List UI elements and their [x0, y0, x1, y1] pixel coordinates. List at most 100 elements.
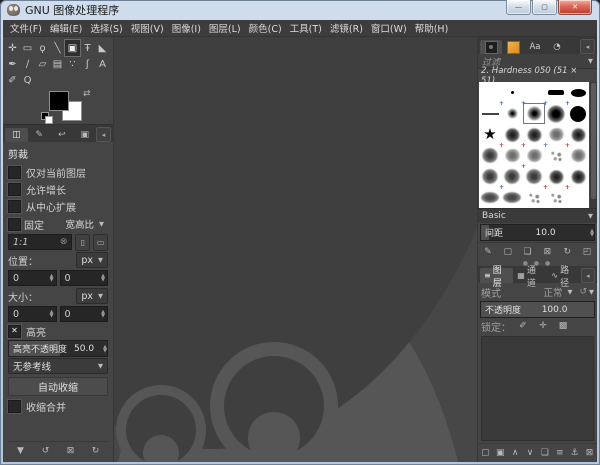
pencil-tool[interactable]: ∕ — [20, 56, 35, 72]
menu-windows[interactable]: 窗口(W) — [367, 20, 411, 36]
fixed-checkbox[interactable] — [8, 217, 21, 231]
paths-tool[interactable]: ʃ — [80, 56, 95, 72]
new-layer-button[interactable]: ▢ — [478, 446, 493, 461]
option-current-layer-only[interactable]: 仅对当前图层 — [8, 164, 108, 181]
fonts-tab[interactable]: Aa — [524, 40, 546, 54]
brush-thumb[interactable] — [502, 125, 522, 144]
new-layer-group-button[interactable]: ▣ — [493, 446, 508, 461]
duplicate-brush-button[interactable]: ❏ — [520, 244, 536, 259]
brush-thumb[interactable] — [524, 146, 544, 165]
menu-filters[interactable]: 滤镜(R) — [326, 20, 367, 36]
brush-thumb[interactable] — [568, 104, 588, 123]
brush-thumb[interactable] — [480, 167, 500, 186]
fixed-mode-dropdown[interactable]: 宽高比 ▼ — [61, 217, 108, 231]
lock-alpha-button[interactable]: ▩ — [555, 319, 571, 334]
bucket-fill-tool[interactable]: ◣ — [95, 40, 110, 56]
menu-help[interactable]: 帮助(H) — [411, 20, 453, 36]
brush-thumb[interactable] — [546, 83, 566, 102]
restore-preset-button[interactable]: ↺ — [38, 444, 54, 459]
crop-tool[interactable]: ▣ — [64, 39, 81, 57]
fuzzy-select-tool[interactable]: ╲ — [50, 40, 65, 56]
position-x-spinner[interactable]: 0 ▲ ▼ — [8, 270, 57, 286]
landscape-orientation-button[interactable]: ▭ — [93, 233, 108, 251]
checkbox[interactable] — [8, 200, 21, 213]
brush-thumb[interactable] — [568, 125, 588, 144]
brush-thumb[interactable] — [546, 104, 566, 123]
brush-thumb[interactable] — [546, 188, 566, 207]
highlight-option[interactable]: ✕ 高亮 — [8, 323, 108, 340]
brush-thumb[interactable] — [546, 167, 566, 186]
brushes-tab[interactable] — [480, 40, 502, 54]
spinner-arrows-icon[interactable]: ▲▼ — [101, 274, 105, 283]
delete-preset-button[interactable]: ⊠ — [63, 444, 79, 459]
lock-pixels-button[interactable]: ✐ — [515, 319, 531, 334]
menu-select[interactable]: 选择(S) — [86, 20, 126, 36]
layers-tab[interactable]: ≡ 图层 — [480, 266, 514, 289]
checkbox[interactable] — [8, 400, 21, 413]
device-status-tab[interactable]: ✎ — [28, 128, 51, 142]
airbrush-tool[interactable]: ∵ — [65, 56, 80, 72]
option-allow-growing[interactable]: 允许增长 — [8, 181, 108, 198]
spinner-arrows-icon[interactable]: ▲▼ — [50, 310, 54, 319]
edit-brush-button[interactable]: ✎ — [480, 244, 496, 259]
swap-colors-icon[interactable]: ⇄ — [83, 89, 91, 99]
dock-menu-button[interactable]: ◂ — [96, 127, 111, 142]
menu-colors[interactable]: 颜色(C) — [245, 20, 286, 36]
tool-options-tab[interactable]: ◫ — [5, 128, 28, 142]
lock-position-button[interactable]: ✛ — [535, 319, 551, 334]
paintbrush-tool[interactable]: ✐ — [5, 72, 20, 88]
layer-opacity-slider[interactable]: 不透明度 100.0 ▲▼ — [480, 301, 595, 318]
spinner-arrows-icon[interactable]: ▲▼ — [101, 310, 105, 319]
layer-list[interactable] — [481, 336, 594, 441]
brush-thumb[interactable] — [568, 167, 588, 186]
brush-thumb[interactable] — [502, 167, 522, 186]
brush-thumb[interactable] — [524, 83, 544, 102]
maximize-button[interactable]: ▢ — [532, 0, 557, 15]
checkbox[interactable] — [8, 166, 21, 179]
open-brush-as-image-button[interactable]: ◰ — [579, 244, 595, 259]
highlight-checkbox[interactable]: ✕ — [8, 325, 21, 338]
checkbox[interactable] — [8, 183, 21, 196]
images-tab[interactable]: ▣ — [73, 128, 96, 142]
menu-file[interactable]: 文件(F) — [6, 20, 46, 36]
transform-tool[interactable]: Ŧ — [80, 40, 95, 56]
save-preset-button[interactable]: ▼ — [13, 444, 29, 459]
brush-thumb[interactable] — [502, 83, 522, 102]
brush-thumb[interactable] — [524, 188, 544, 207]
raise-layer-button[interactable]: ∧ — [508, 446, 523, 461]
brush-thumb[interactable] — [480, 104, 500, 123]
portrait-orientation-button[interactable]: ▯ — [75, 233, 91, 251]
brush-thumb[interactable] — [502, 146, 522, 165]
brush-thumb[interactable] — [546, 125, 566, 144]
free-select-tool[interactable]: ϙ — [35, 40, 50, 56]
brush-thumb[interactable] — [546, 146, 566, 165]
new-brush-button[interactable]: ▢ — [500, 244, 516, 259]
brush-thumb[interactable]: ★ — [480, 125, 500, 144]
layer-mode-dropdown[interactable]: 正常 ▼ — [539, 285, 576, 299]
default-colors-icon[interactable] — [41, 112, 53, 124]
brush-thumb[interactable] — [524, 125, 544, 144]
duplicate-layer-button[interactable]: ❏ — [538, 446, 553, 461]
delete-layer-button[interactable]: ⊠ — [582, 446, 597, 461]
brush-thumb[interactable] — [480, 83, 500, 102]
aspect-ratio-input[interactable]: 1:1 ⊗ — [8, 234, 73, 250]
menu-image[interactable]: 图像(I) — [168, 20, 205, 36]
size-unit-dropdown[interactable]: px ▼ — [76, 288, 108, 304]
spinner-arrows-icon[interactable]: ▲▼ — [50, 274, 54, 283]
brush-thumb[interactable] — [502, 104, 522, 123]
lower-layer-button[interactable]: ∨ — [523, 446, 538, 461]
document-history-tab[interactable]: ◔ — [546, 40, 568, 54]
position-unit-dropdown[interactable]: px ▼ — [76, 252, 108, 268]
highlight-opacity-slider[interactable]: 高亮不透明度 50.0 ▲ ▼ — [8, 340, 108, 357]
menu-edit[interactable]: 编辑(E) — [46, 20, 86, 36]
menu-layer[interactable]: 图层(L) — [205, 20, 245, 36]
spinner-arrows-icon[interactable]: ▲▼ — [103, 344, 107, 353]
text-tool[interactable]: A — [95, 56, 110, 72]
brush-category-dropdown[interactable]: Basic ▼ — [478, 208, 597, 223]
anchor-layer-button[interactable]: ⚓ — [567, 446, 582, 461]
guides-dropdown[interactable]: 无参考线 ▼ — [8, 358, 108, 374]
brush-thumb[interactable] — [480, 188, 500, 207]
reset-options-button[interactable]: ↻ — [88, 444, 104, 459]
size-width-spinner[interactable]: 0 ▲ ▼ — [8, 306, 57, 322]
menu-view[interactable]: 视图(V) — [127, 20, 168, 36]
